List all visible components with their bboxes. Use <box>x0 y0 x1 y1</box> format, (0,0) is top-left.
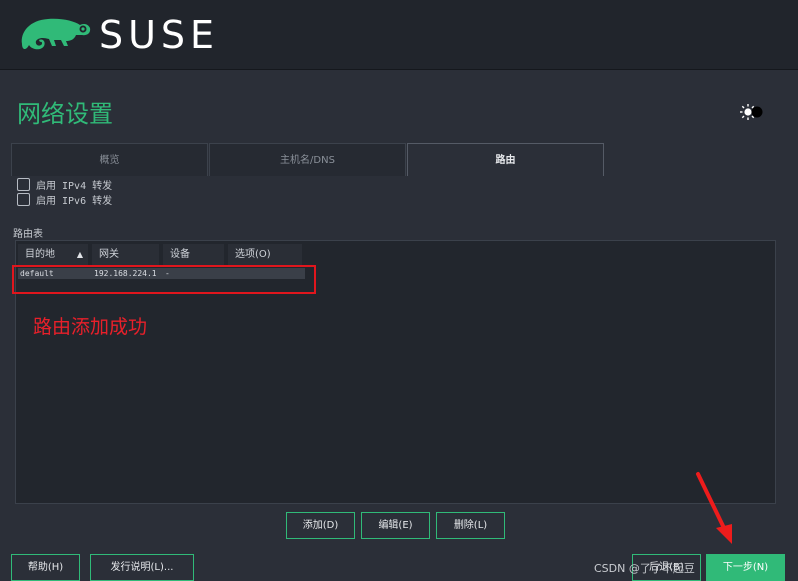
delete-button[interactable]: 删除(L) <box>436 512 505 539</box>
annotation-text: 路由添加成功 <box>33 316 148 338</box>
sort-ascending-icon: ▲ <box>76 250 83 259</box>
sun-moon-icon[interactable] <box>738 102 766 122</box>
help-button[interactable]: 帮助(H) <box>11 554 80 581</box>
watermark: CSDN @了了不起豆 <box>594 562 695 575</box>
app-header: SUSE <box>0 0 798 70</box>
release-notes-button[interactable]: 发行说明(L)... <box>90 554 194 581</box>
tab-overview[interactable]: 概览 <box>11 143 208 176</box>
chameleon-icon <box>21 18 91 50</box>
ipv4-forward-option[interactable]: 启用 IPv4 转发 <box>17 177 113 192</box>
ipv6-forward-checkbox[interactable] <box>17 193 30 206</box>
column-header-device[interactable]: 设备 <box>163 244 224 265</box>
column-header-destination[interactable]: 目的地 ▲ <box>18 244 88 265</box>
ipv6-forward-label: 启用 IPv6 转发 <box>36 196 113 207</box>
red-arrow-annotation <box>696 472 732 544</box>
routing-table-label: 路由表 <box>13 229 43 240</box>
ipv6-forward-option[interactable]: 启用 IPv6 转发 <box>17 192 113 207</box>
ipv4-forward-label: 启用 IPv4 转发 <box>36 181 113 192</box>
page-title: 网络设置 <box>17 100 113 128</box>
annotation-highlight-box <box>12 265 316 294</box>
add-button[interactable]: 添加(D) <box>286 512 355 539</box>
brand-name: SUSE <box>99 13 220 57</box>
tab-routing[interactable]: 路由 <box>407 143 604 176</box>
tab-hostname-dns[interactable]: 主机名/DNS <box>209 143 406 176</box>
ipv4-forward-checkbox[interactable] <box>17 178 30 191</box>
column-header-gateway[interactable]: 网关 <box>92 244 159 265</box>
column-header-options[interactable]: 选项(O) <box>228 244 302 265</box>
edit-button[interactable]: 编辑(E) <box>361 512 430 539</box>
next-button[interactable]: 下一步(N) <box>706 554 785 581</box>
